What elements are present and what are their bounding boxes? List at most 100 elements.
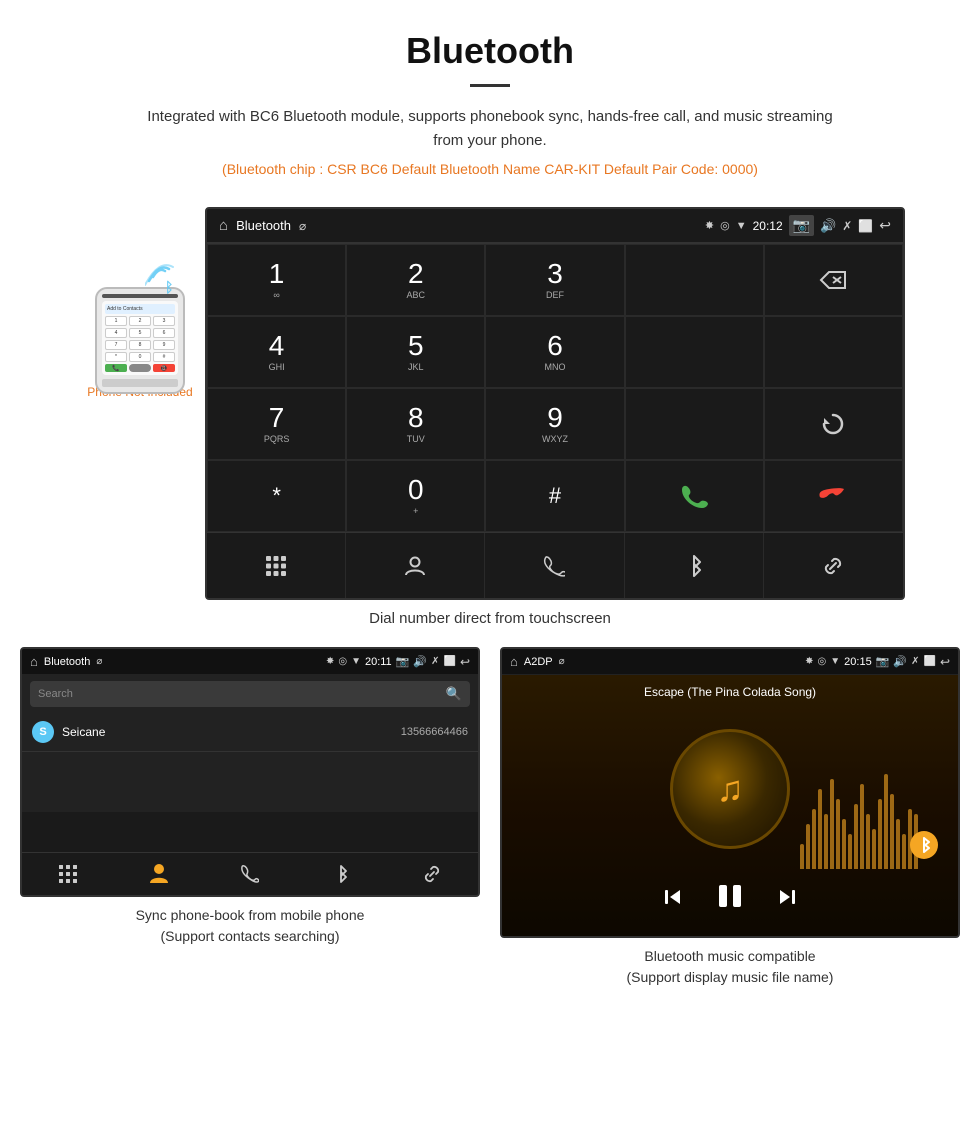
signal-waves-icon: ᛒ (145, 257, 185, 304)
pb-status-bar: ⌂ Bluetooth ⌀ ✸ ◎ ▼ 20:11 📷 🔊 ✗ ⬜ ↩ (22, 649, 478, 675)
pb-nav-bt[interactable] (296, 853, 387, 895)
keypad-4[interactable]: 4 GHI (207, 316, 346, 388)
camera-icon[interactable]: 📷 (789, 215, 814, 236)
mini-key-8: 8 (129, 340, 151, 350)
song-title: Escape (The Pina Colada Song) (512, 685, 948, 699)
contact-row[interactable]: S Seicane 13566664466 (22, 713, 478, 752)
music-time: 20:15 (844, 656, 872, 668)
keypad-star[interactable]: * (207, 460, 346, 532)
pb-back-icon[interactable]: ↩ (460, 655, 470, 669)
music-close-icon[interactable]: ✗ (911, 656, 919, 667)
pb-cam-icon[interactable]: 📷 (396, 655, 410, 668)
dial-status-left: ⌂ Bluetooth ⌀ (219, 217, 306, 234)
music-home-icon[interactable]: ⌂ (510, 654, 518, 669)
keypad-8[interactable]: 8 TUV (346, 388, 485, 460)
pb-nav-grid[interactable] (22, 853, 113, 895)
keypad-2[interactable]: 2 ABC (346, 244, 485, 316)
music-title: A2DP (524, 656, 553, 668)
mini-key-2: 2 (129, 316, 151, 326)
nav-contacts[interactable] (346, 533, 485, 598)
keypad-empty-3 (764, 316, 903, 388)
pb-nav-person[interactable] (113, 853, 204, 895)
keypad-call-green[interactable] (625, 460, 764, 532)
music-win-icon[interactable]: ⬜ (923, 656, 935, 667)
pb-wifi-icon: ▼ (351, 656, 361, 667)
pb-vol-icon[interactable]: 🔊 (413, 655, 427, 668)
keypad-refresh[interactable] (764, 388, 903, 460)
location-icon: ◎ (720, 219, 730, 232)
pb-time: 20:11 (365, 656, 392, 668)
header-divider (470, 84, 510, 87)
svg-text:ᛒ: ᛒ (165, 279, 173, 295)
pb-nav-phone[interactable] (204, 853, 295, 895)
music-cam-icon[interactable]: 📷 (876, 655, 890, 668)
search-icon[interactable]: 🔍 (446, 686, 462, 702)
prev-button[interactable] (661, 885, 685, 915)
eq-bars (800, 709, 918, 869)
keypad-hash[interactable]: # (485, 460, 624, 532)
next-button[interactable] (775, 885, 799, 915)
keypad-3[interactable]: 3 DEF (485, 244, 624, 316)
music-back-icon[interactable]: ↩ (940, 655, 950, 669)
pb-nav-link[interactable] (387, 853, 478, 895)
search-placeholder: Search (38, 688, 446, 700)
pb-usb-icon: ⌀ (96, 656, 102, 667)
back-icon[interactable]: ↩ (879, 217, 891, 234)
mini-key-7: 7 (105, 340, 127, 350)
header-section: Bluetooth Integrated with BC6 Bluetooth … (0, 0, 980, 207)
dial-section: ᛒ Add to Contacts 1 2 3 4 5 6 (0, 207, 980, 600)
music-caption: Bluetooth music compatible (Support disp… (500, 946, 960, 988)
keypad-6[interactable]: 6 MNO (485, 316, 624, 388)
keypad-empty-1 (625, 244, 764, 316)
music-content: Escape (The Pina Colada Song) ♫ (502, 675, 958, 936)
contact-avatar: S (32, 721, 54, 743)
keypad-empty-4 (625, 388, 764, 460)
pb-win-icon[interactable]: ⬜ (443, 656, 455, 667)
status-time: 20:12 (753, 219, 783, 233)
mini-key-6: 6 (153, 328, 175, 338)
dial-status-bar: ⌂ Bluetooth ⌀ ✸ ◎ ▼ 20:12 📷 🔊 ✗ ⬜ ↩ (207, 209, 903, 243)
close-icon[interactable]: ✗ (842, 219, 852, 233)
keypad-call-red[interactable] (764, 460, 903, 532)
nav-bluetooth[interactable] (625, 533, 764, 598)
music-vol-icon[interactable]: 🔊 (893, 655, 907, 668)
volume-icon[interactable]: 🔊 (820, 218, 836, 234)
mini-key-5: 5 (129, 328, 151, 338)
nav-link[interactable] (764, 533, 903, 598)
keypad-7[interactable]: 7 PQRS (207, 388, 346, 460)
mini-key-3: 3 (153, 316, 175, 326)
bottom-screenshots: ⌂ Bluetooth ⌀ ✸ ◎ ▼ 20:11 📷 🔊 ✗ ⬜ ↩ (0, 647, 980, 1008)
music-bt-badge (910, 831, 938, 859)
keypad-empty-2 (625, 316, 764, 388)
header-specs: (Bluetooth chip : CSR BC6 Default Blueto… (20, 161, 960, 177)
window-icon[interactable]: ⬜ (858, 219, 873, 233)
music-bt-icon: ✸ (805, 656, 813, 667)
pb-home-icon[interactable]: ⌂ (30, 654, 38, 669)
pb-spacer-2 (22, 812, 478, 852)
home-icon[interactable]: ⌂ (219, 217, 228, 234)
nav-phone[interactable] (485, 533, 624, 598)
mini-key-4: 4 (105, 328, 127, 338)
mini-key-hash: # (153, 352, 175, 362)
dial-screen: ⌂ Bluetooth ⌀ ✸ ◎ ▼ 20:12 📷 🔊 ✗ ⬜ ↩ 1 ∞ (205, 207, 905, 600)
pb-spacer (22, 752, 478, 812)
header-description: Integrated with BC6 Bluetooth module, su… (140, 105, 840, 153)
phonebook-screen: ⌂ Bluetooth ⌀ ✸ ◎ ▼ 20:11 📷 🔊 ✗ ⬜ ↩ (20, 647, 480, 897)
nav-dialpad[interactable] (207, 533, 346, 598)
keypad-9[interactable]: 9 WXYZ (485, 388, 624, 460)
album-art-container: ♫ (512, 709, 948, 869)
keypad-0[interactable]: 0 + (346, 460, 485, 532)
pb-status-left: ⌂ Bluetooth ⌀ (30, 654, 102, 669)
phonebook-search-bar: Search 🔍 (22, 675, 478, 713)
pb-close-icon[interactable]: ✗ (431, 656, 439, 667)
pb-loc-icon: ◎ (338, 656, 347, 667)
keypad-bottom-nav (207, 532, 903, 598)
contact-name: Seicane (62, 725, 401, 739)
music-screen: ⌂ A2DP ⌀ ✸ ◎ ▼ 20:15 📷 🔊 ✗ ⬜ ↩ (500, 647, 960, 938)
keypad-backspace[interactable] (764, 244, 903, 316)
mini-key-1: 1 (105, 316, 127, 326)
play-pause-button[interactable] (715, 881, 745, 918)
keypad-1[interactable]: 1 ∞ (207, 244, 346, 316)
pb-bt-icon: ✸ (326, 656, 334, 667)
keypad-5[interactable]: 5 JKL (346, 316, 485, 388)
